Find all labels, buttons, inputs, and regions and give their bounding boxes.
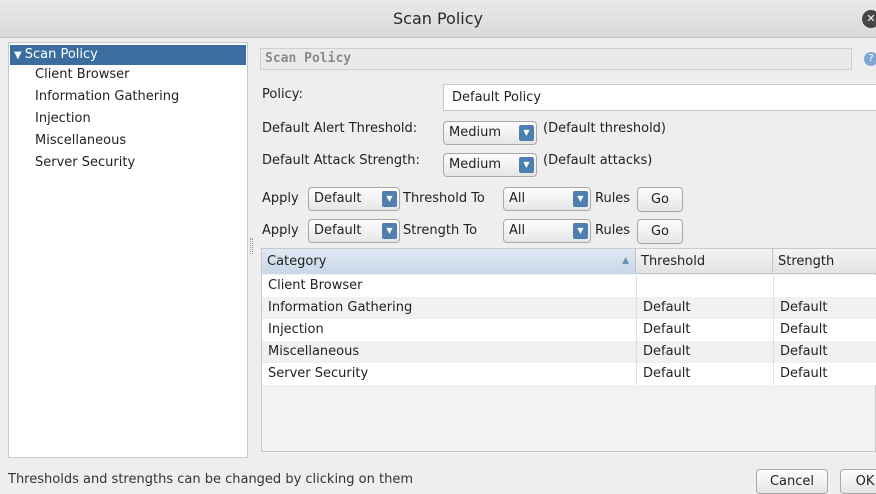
cell-category: Server Security — [268, 366, 369, 381]
cancel-button[interactable]: Cancel — [756, 469, 828, 494]
strength-rules-label: Rules — [595, 223, 631, 238]
cell-threshold[interactable] — [636, 275, 773, 297]
ok-button[interactable]: OK — [840, 469, 876, 494]
cell-strength[interactable] — [773, 275, 876, 297]
cell-strength[interactable]: Default — [773, 319, 876, 341]
table-row[interactable]: Information Gathering Default Default — [262, 297, 876, 319]
chevron-down-icon[interactable]: ▼ — [573, 191, 588, 207]
cell-category: Miscellaneous — [268, 344, 360, 359]
attack-strength-label: Default Attack Strength: — [262, 153, 420, 168]
splitter-grip[interactable] — [250, 238, 253, 254]
tree-item-server-security[interactable]: Server Security — [35, 153, 135, 173]
threshold-scope-value: All — [509, 191, 526, 206]
table-header: Category ▲ Threshold Strength — [262, 249, 876, 274]
table-row[interactable]: Injection Default Default — [262, 319, 876, 341]
panel-header: Scan Policy — [260, 48, 852, 70]
threshold-level-select[interactable]: Default ▼ — [308, 187, 400, 211]
threshold-scope-select[interactable]: All ▼ — [503, 187, 591, 211]
alert-threshold-note: (Default threshold) — [543, 121, 666, 136]
table-body: Client Browser Information Gathering Def… — [262, 275, 876, 385]
title-bar: Scan Policy ✕ — [0, 0, 876, 38]
apply-threshold-go-button[interactable]: Go — [637, 187, 683, 212]
chevron-down-icon[interactable]: ▼ — [382, 191, 397, 207]
cell-category: Client Browser — [268, 278, 363, 293]
tree-item-scan-policy[interactable]: ▼ Scan Policy — [10, 45, 246, 65]
tree-item-information-gathering[interactable]: Information Gathering — [35, 87, 179, 107]
apply-threshold-label: Apply — [262, 191, 299, 206]
threshold-level-value: Default — [314, 191, 362, 206]
strength-to-label: Strength To — [403, 223, 478, 238]
column-header-category-label: Category — [267, 254, 327, 269]
attack-strength-note: (Default attacks) — [543, 153, 653, 168]
strength-level-select[interactable]: Default ▼ — [308, 219, 400, 243]
cell-strength[interactable]: Default — [773, 341, 876, 363]
table-row[interactable]: Miscellaneous Default Default — [262, 341, 876, 363]
alert-threshold-label: Default Alert Threshold: — [262, 121, 418, 136]
tree-root-label: Scan Policy — [24, 47, 98, 62]
attack-strength-select[interactable]: Medium ▼ — [443, 153, 537, 177]
category-table: Category ▲ Threshold Strength Client Bro… — [261, 248, 876, 452]
window-title: Scan Policy — [392, 9, 483, 28]
attack-strength-value: Medium — [449, 157, 501, 172]
column-header-strength[interactable]: Strength — [773, 249, 876, 274]
policy-label: Policy: — [262, 87, 303, 102]
alert-threshold-select[interactable]: Medium ▼ — [443, 121, 537, 145]
policy-name-field[interactable]: Default Policy — [443, 84, 876, 111]
cell-threshold[interactable]: Default — [636, 363, 773, 385]
apply-strength-label: Apply — [262, 223, 299, 238]
policy-tree: ▼ Scan Policy Client Browser Information … — [8, 42, 248, 458]
strength-scope-value: All — [509, 223, 526, 238]
column-header-threshold[interactable]: Threshold — [636, 249, 773, 274]
chevron-down-icon[interactable]: ▼ — [519, 157, 534, 173]
sort-ascending-icon: ▲ — [622, 256, 629, 266]
chevron-down-icon[interactable]: ▼ — [519, 125, 534, 141]
threshold-to-label: Threshold To — [403, 191, 485, 206]
strength-scope-select[interactable]: All ▼ — [503, 219, 591, 243]
threshold-rules-label: Rules — [595, 191, 631, 206]
chevron-down-icon[interactable]: ▼ — [573, 223, 588, 239]
tree-item-injection[interactable]: Injection — [35, 109, 91, 129]
policy-panel: Scan Policy ? Policy: Default Policy Def… — [256, 42, 876, 458]
cell-strength[interactable]: Default — [773, 363, 876, 385]
column-header-category[interactable]: Category ▲ — [262, 249, 636, 274]
close-icon[interactable]: ✕ — [862, 10, 876, 28]
cell-category: Information Gathering — [268, 300, 413, 315]
chevron-down-icon[interactable]: ▼ — [382, 223, 397, 239]
apply-strength-go-button[interactable]: Go — [637, 219, 683, 244]
status-message: Thresholds and strengths can be changed … — [8, 472, 413, 487]
help-icon[interactable]: ? — [864, 52, 876, 66]
cell-threshold[interactable]: Default — [636, 341, 773, 363]
strength-level-value: Default — [314, 223, 362, 238]
cell-threshold[interactable]: Default — [636, 319, 773, 341]
tree-item-client-browser[interactable]: Client Browser — [35, 65, 129, 85]
alert-threshold-value: Medium — [449, 125, 501, 140]
cell-threshold[interactable]: Default — [636, 297, 773, 319]
cell-category: Injection — [268, 322, 324, 337]
expand-arrow-icon[interactable]: ▼ — [14, 50, 22, 61]
cell-strength[interactable]: Default — [773, 297, 876, 319]
tree-item-miscellaneous[interactable]: Miscellaneous — [35, 131, 126, 151]
splitter[interactable] — [249, 42, 255, 458]
table-row[interactable]: Client Browser — [262, 275, 876, 297]
table-row[interactable]: Server Security Default Default — [262, 363, 876, 385]
